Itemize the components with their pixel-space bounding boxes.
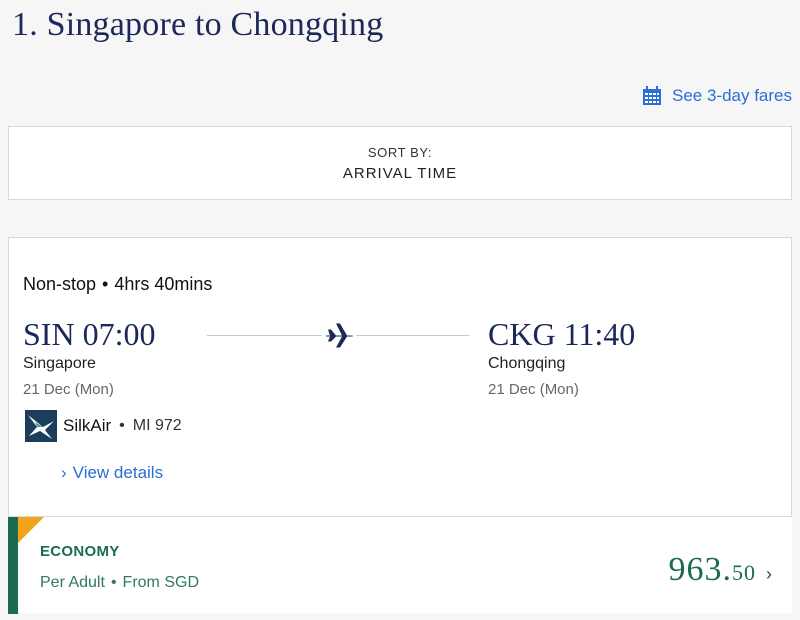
stops-label: Non-stop bbox=[23, 274, 97, 294]
arrival-time: CKG 11:40 bbox=[488, 316, 636, 352]
economy-fare-option[interactable]: ECONOMY Per Adult • From SGD 963. 50 › bbox=[8, 516, 792, 614]
flight-card: Non-stop • 4hrs 40mins SIN 07:00 CKG 11:40… bbox=[8, 237, 792, 614]
departure-time: SIN 07:00 bbox=[23, 316, 156, 352]
arrival-date: 21 Dec (Mon) bbox=[488, 381, 579, 398]
per-adult-label: Per Adult bbox=[40, 574, 105, 591]
airline-info: SilkAir • MI 972 bbox=[25, 410, 182, 442]
see-3-day-fares-label[interactable]: See 3-day fares bbox=[672, 86, 792, 106]
departure-city: Singapore bbox=[23, 355, 96, 372]
fare-accent-bar bbox=[8, 517, 18, 614]
duration-label: 4hrs 40mins bbox=[114, 274, 213, 294]
fare-corner-flag bbox=[18, 517, 44, 543]
calendar-icon bbox=[642, 86, 661, 105]
departure-date: 21 Dec (Mon) bbox=[23, 381, 114, 398]
summary-separator: • bbox=[102, 274, 109, 294]
sort-value: ARRIVAL TIME bbox=[342, 164, 458, 182]
airline-separator: • bbox=[119, 417, 125, 434]
flight-summary: Non-stop • 4hrs 40mins bbox=[23, 274, 212, 295]
sort-selector[interactable]: SORT BY: ARRIVAL TIME bbox=[8, 126, 792, 200]
see-3-day-fares-link[interactable]: See 3-day fares bbox=[642, 86, 792, 106]
currency-label: From SGD bbox=[122, 574, 199, 591]
view-details-link[interactable]: › View details bbox=[61, 463, 163, 483]
fare-basis: Per Adult • From SGD bbox=[40, 574, 199, 592]
fare-separator: • bbox=[110, 574, 117, 591]
chevron-right-icon[interactable]: › bbox=[766, 564, 772, 585]
flight-number: MI 972 bbox=[132, 417, 182, 434]
page-title: 1. Singapore to Chongqing bbox=[12, 6, 384, 43]
fare-price[interactable]: 963. 50 › bbox=[669, 551, 773, 589]
airplane-icon bbox=[322, 320, 356, 352]
price-decimal: 50 bbox=[732, 560, 756, 585]
sort-label: SORT BY: bbox=[367, 144, 433, 160]
silkair-logo bbox=[25, 410, 57, 442]
view-details-label[interactable]: View details bbox=[73, 463, 163, 483]
price-integer: 963. bbox=[668, 551, 732, 588]
cabin-class: ECONOMY bbox=[40, 543, 120, 560]
arrival-city: Chongqing bbox=[488, 355, 566, 372]
airline-name: SilkAir bbox=[63, 416, 112, 435]
chevron-right-icon: › bbox=[61, 463, 67, 482]
